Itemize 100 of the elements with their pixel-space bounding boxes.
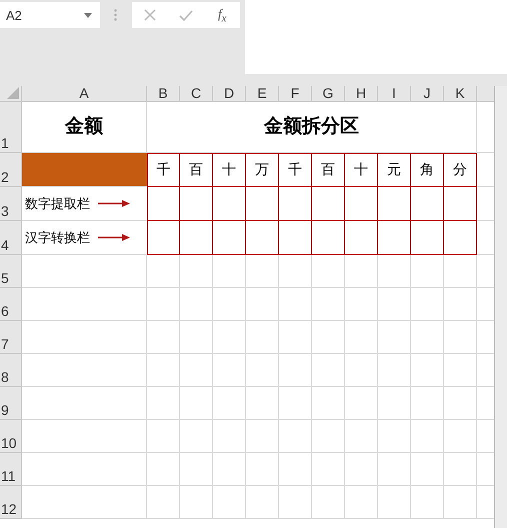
- row-header[interactable]: 6: [0, 288, 22, 321]
- table-cell: [246, 288, 279, 321]
- table-cell: [246, 321, 279, 354]
- cancel-icon[interactable]: [144, 9, 156, 21]
- column-header[interactable]: D: [213, 86, 246, 102]
- row-header[interactable]: 2: [0, 153, 22, 187]
- table-cell: [147, 187, 180, 221]
- table-cell: [411, 354, 444, 387]
- table-cell: [378, 187, 411, 221]
- row-header[interactable]: 10: [0, 420, 22, 453]
- row-header[interactable]: 5: [0, 255, 22, 288]
- column-header[interactable]: A: [22, 86, 147, 102]
- table-cell: [180, 453, 213, 486]
- label-text: 数字提取栏: [25, 196, 90, 212]
- table-cell: [378, 321, 411, 354]
- column-header[interactable]: K: [444, 86, 477, 102]
- table-cell: 元: [378, 153, 411, 187]
- check-icon[interactable]: [178, 10, 193, 20]
- row-header[interactable]: 3: [0, 187, 22, 221]
- row-header[interactable]: 4: [0, 221, 22, 255]
- column-header[interactable]: B: [147, 86, 180, 102]
- table-cell: [180, 321, 213, 354]
- table-cell: 千: [279, 153, 312, 187]
- select-all-icon[interactable]: [7, 87, 19, 99]
- column-header[interactable]: G: [312, 86, 345, 102]
- column-header[interactable]: F: [279, 86, 312, 102]
- table-cell: [378, 255, 411, 288]
- table-cell: [411, 420, 444, 453]
- column-header[interactable]: E: [246, 86, 279, 102]
- table-cell: [378, 354, 411, 387]
- table-cell: [312, 387, 345, 420]
- table-cell: [312, 187, 345, 221]
- row-header[interactable]: 11: [0, 453, 22, 486]
- table-cell: [411, 387, 444, 420]
- row-header[interactable]: 1: [0, 102, 22, 153]
- table-cell: [345, 187, 378, 221]
- row-header[interactable]: 12: [0, 486, 22, 519]
- table-cell: [411, 221, 444, 255]
- table-cell: [246, 420, 279, 453]
- cell-reference: A2: [6, 8, 22, 22]
- arrow-icon: [98, 234, 130, 241]
- table-cell: [213, 321, 246, 354]
- table-cell: [279, 321, 312, 354]
- table-cell: [279, 420, 312, 453]
- table-cell: [213, 187, 246, 221]
- table-cell: [213, 420, 246, 453]
- table-cell: [147, 288, 180, 321]
- table-cell: [378, 453, 411, 486]
- table-cell: [345, 420, 378, 453]
- table-cell: [180, 354, 213, 387]
- table-cell: [279, 387, 312, 420]
- column-header[interactable]: J: [411, 86, 444, 102]
- table-cell: [246, 255, 279, 288]
- table-cell: [213, 288, 246, 321]
- table-cell: 十: [213, 153, 246, 187]
- table-cell: [444, 221, 477, 255]
- arrow-icon: [98, 200, 130, 207]
- row-header[interactable]: 8: [0, 354, 22, 387]
- table-cell: [180, 486, 213, 519]
- row-header[interactable]: 9: [0, 387, 22, 420]
- column-header[interactable]: C: [180, 86, 213, 102]
- table-cell: [279, 187, 312, 221]
- row-header[interactable]: 7: [0, 321, 22, 354]
- table-cell: 分: [444, 153, 477, 187]
- table-cell: [147, 321, 180, 354]
- table-cell: [345, 354, 378, 387]
- table-cell: [213, 354, 246, 387]
- table-cell: [312, 221, 345, 255]
- table-cell: [147, 387, 180, 420]
- table-cell: [312, 255, 345, 288]
- dropdown-caret-icon[interactable]: [84, 12, 92, 18]
- table-cell: [312, 354, 345, 387]
- table-cell: [312, 288, 345, 321]
- table-cell: [312, 453, 345, 486]
- table-cell: [444, 187, 477, 221]
- table-cell: [411, 288, 444, 321]
- table-cell: [246, 387, 279, 420]
- scrollbar[interactable]: [494, 86, 507, 528]
- insert-function-button[interactable]: f$_{x}$: [216, 6, 228, 24]
- name-box[interactable]: A2: [0, 2, 100, 28]
- table-cell: [213, 387, 246, 420]
- table-cell: [147, 420, 180, 453]
- table-cell: [279, 221, 312, 255]
- table-cell: 金额拆分区: [147, 102, 477, 153]
- table-cell: [180, 255, 213, 288]
- table-cell: [180, 187, 213, 221]
- table-cell: [345, 321, 378, 354]
- formula-input[interactable]: [245, 0, 507, 74]
- table-cell: [378, 221, 411, 255]
- column-header[interactable]: [477, 86, 495, 102]
- table-cell: [246, 187, 279, 221]
- table-cell: [213, 486, 246, 519]
- column-header[interactable]: H: [345, 86, 378, 102]
- column-header[interactable]: I: [378, 86, 411, 102]
- label-text: 汉字转换栏: [25, 230, 90, 246]
- table-cell: [180, 288, 213, 321]
- table-cell: [411, 187, 444, 221]
- table-cell: [411, 453, 444, 486]
- table-cell: [345, 288, 378, 321]
- table-cell: [147, 486, 180, 519]
